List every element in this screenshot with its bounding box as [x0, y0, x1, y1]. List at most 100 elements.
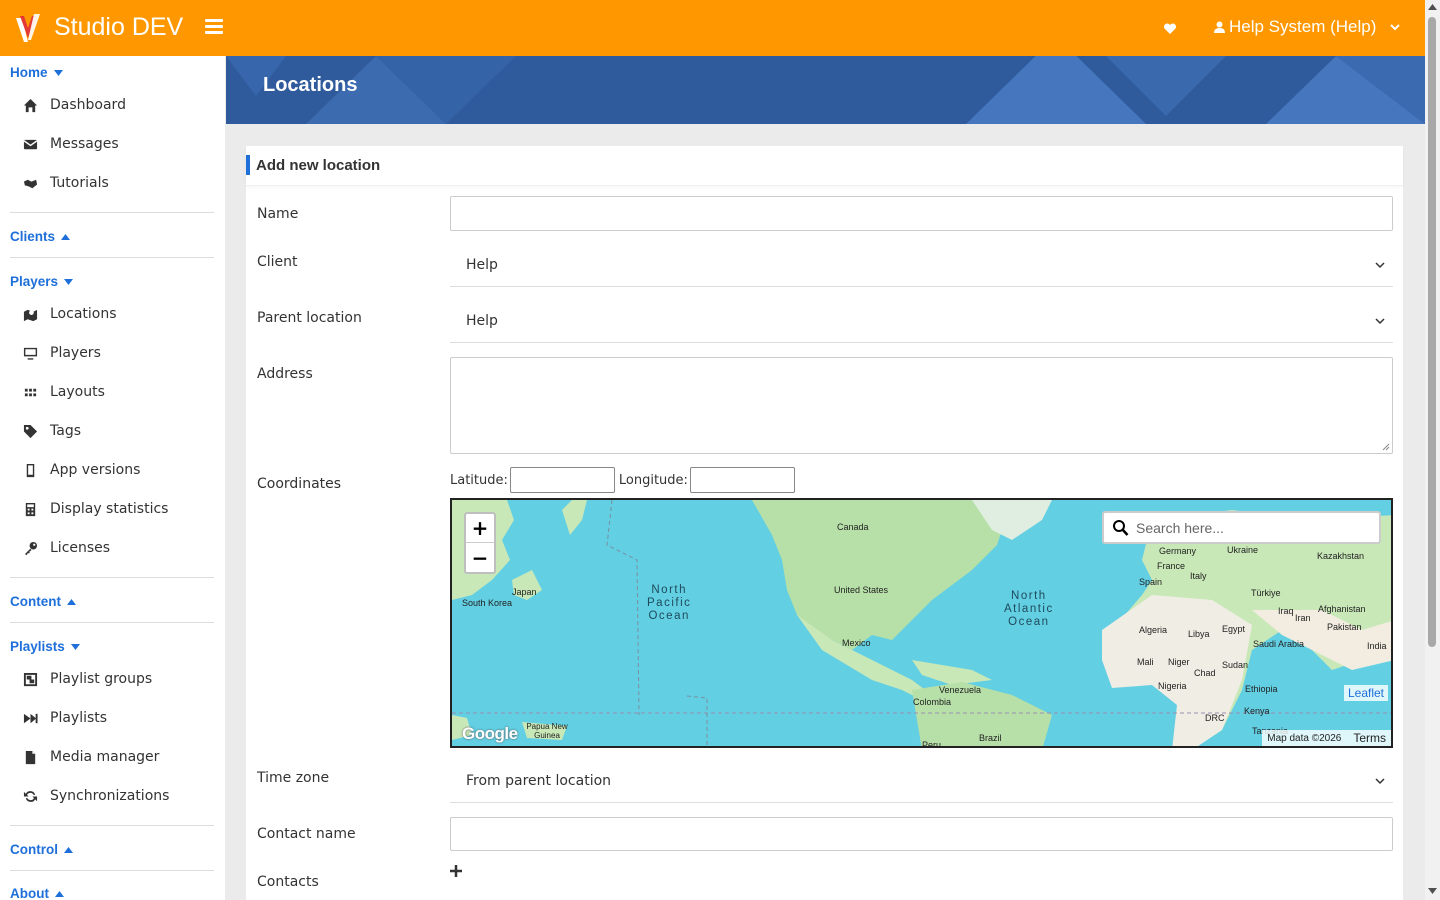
google-logo: Google — [462, 724, 518, 743]
sidebar-section-home[interactable]: Home — [10, 65, 63, 80]
sidebar-item-synchronizations[interactable]: Synchronizations — [22, 788, 169, 804]
divider — [10, 257, 214, 258]
sidebar-item-tutorials[interactable]: Tutorials — [22, 175, 109, 191]
sidebar-item-licenses[interactable]: Licenses — [22, 540, 110, 556]
sidebar-section-players[interactable]: Players — [10, 274, 74, 289]
map-widget[interactable]: North Pacific Ocean North Atlantic Ocean… — [450, 498, 1393, 748]
resize-handle-icon[interactable] — [1382, 443, 1390, 451]
latitude-field[interactable] — [509, 467, 615, 493]
sidebar-item-players[interactable]: Players — [22, 345, 101, 361]
sidebar-item-app-versions[interactable]: App versions — [22, 462, 140, 478]
menu-toggle-icon[interactable] — [205, 19, 223, 35]
ocean-label: North Atlantic Ocean — [1004, 590, 1054, 628]
map-label: Nigeria — [1158, 681, 1187, 691]
sidebar-item-locations[interactable]: Locations — [22, 306, 117, 322]
user-name: Help System (Help) — [1229, 17, 1377, 36]
zoom-out-button[interactable]: − — [466, 543, 494, 572]
page-title: Locations — [263, 74, 358, 96]
caret-down-icon — [64, 278, 74, 285]
name-field[interactable] — [450, 196, 1393, 231]
sidebar-item-label: Locations — [50, 306, 117, 322]
scrollbar-thumb[interactable] — [1428, 17, 1436, 647]
user-menu[interactable]: Help System (Help) — [1214, 17, 1401, 37]
sync-icon — [22, 788, 38, 804]
client-label: Client — [257, 254, 298, 270]
sidebar-item-label: Display statistics — [50, 501, 169, 517]
sidebar-item-tags[interactable]: Tags — [22, 423, 81, 439]
sidebar-item-playlists[interactable]: Playlists — [22, 710, 107, 726]
map-label: South Korea — [462, 598, 513, 608]
panel-title: Add new location — [256, 157, 381, 174]
mobile-icon — [22, 462, 38, 478]
sidebar-item-label: Playlists — [50, 710, 108, 726]
terms-link[interactable]: Terms — [1353, 731, 1386, 745]
caret-down-icon — [53, 69, 63, 76]
map-attribution: Map data ©2026 Terms — [1262, 730, 1391, 746]
sidebar-item-label: Licenses — [50, 540, 111, 556]
tag-icon — [22, 423, 38, 439]
contact-name-field[interactable] — [450, 817, 1393, 851]
map-label: Pakistan — [1327, 622, 1362, 632]
sidebar-item-messages[interactable]: Messages — [22, 136, 119, 152]
map-search-input[interactable]: Search here... — [1102, 511, 1381, 544]
sidebar-item-display-statistics[interactable]: Display statistics — [22, 501, 168, 517]
divider — [10, 212, 214, 213]
grid-icon — [22, 384, 38, 400]
timezone-select[interactable]: From parent location — [450, 761, 1393, 803]
sidebar-section-control[interactable]: Control — [10, 842, 73, 857]
sidebar-item-dashboard[interactable]: Dashboard — [22, 97, 126, 113]
handshake-icon — [22, 175, 38, 191]
parent-location-value: Help — [466, 313, 498, 329]
sidebar-item-label: Tutorials — [50, 175, 109, 191]
app-logo — [16, 14, 40, 42]
sidebar-section-playlists[interactable]: Playlists — [10, 639, 80, 654]
section-label: Clients — [10, 229, 56, 244]
map-label: Italy — [1190, 571, 1207, 581]
add-contact-icon[interactable] — [449, 864, 463, 878]
divider — [10, 870, 214, 871]
scroll-down-icon[interactable] — [1428, 888, 1437, 894]
calculator-icon — [22, 501, 38, 517]
divider — [10, 825, 214, 826]
map-label: Kazakhstan — [1317, 551, 1365, 561]
chevron-down-icon — [1375, 262, 1385, 269]
address-label: Address — [257, 366, 313, 382]
map-label: Türkiye — [1251, 588, 1281, 598]
map-label: Brazil — [979, 733, 1002, 743]
coordinates-label: Coordinates — [257, 476, 342, 492]
map-label: Saudi Arabia — [1253, 639, 1305, 649]
sidebar-item-media-manager[interactable]: Media manager — [22, 749, 159, 765]
divider — [10, 577, 214, 578]
chevron-down-icon — [1375, 318, 1385, 325]
map-label: Spain — [1139, 577, 1163, 587]
sidebar-item-label: Dashboard — [50, 97, 126, 113]
map-label: Niger — [1168, 657, 1190, 667]
longitude-label: Longitude: — [618, 472, 688, 488]
app-brand: Studio DEV — [54, 13, 184, 41]
section-label: Playlists — [10, 639, 65, 654]
leaflet-link[interactable]: Leaflet — [1343, 685, 1388, 701]
parent-location-select[interactable]: Help — [450, 301, 1393, 343]
timezone-value: From parent location — [466, 773, 612, 789]
sidebar-section-about[interactable]: About — [10, 886, 64, 900]
client-select[interactable]: Help — [450, 245, 1393, 287]
longitude-field[interactable] — [689, 467, 795, 493]
map-label: Iran — [1295, 613, 1311, 623]
address-field[interactable] — [450, 357, 1393, 454]
sidebar-item-label: Tags — [50, 423, 81, 439]
page-scrollbar[interactable] — [1425, 0, 1440, 900]
accent-bar — [246, 155, 250, 175]
map-label: United States — [834, 585, 889, 595]
sidebar-item-playlist-groups[interactable]: Playlist groups — [22, 671, 152, 687]
sidebar-section-clients[interactable]: Clients — [10, 229, 71, 244]
caret-up-icon — [61, 233, 71, 240]
heart-icon[interactable] — [1163, 22, 1177, 36]
zoom-in-button[interactable]: + — [466, 514, 494, 543]
sidebar-item-layouts[interactable]: Layouts — [22, 384, 105, 400]
map-label: France — [1157, 561, 1186, 571]
map-marker-icon — [22, 306, 38, 322]
sidebar-section-content[interactable]: Content — [10, 594, 76, 609]
sidebar-item-label: Messages — [50, 136, 119, 152]
sidebar-item-label: Players — [50, 345, 101, 361]
scroll-up-icon[interactable] — [1428, 4, 1437, 10]
